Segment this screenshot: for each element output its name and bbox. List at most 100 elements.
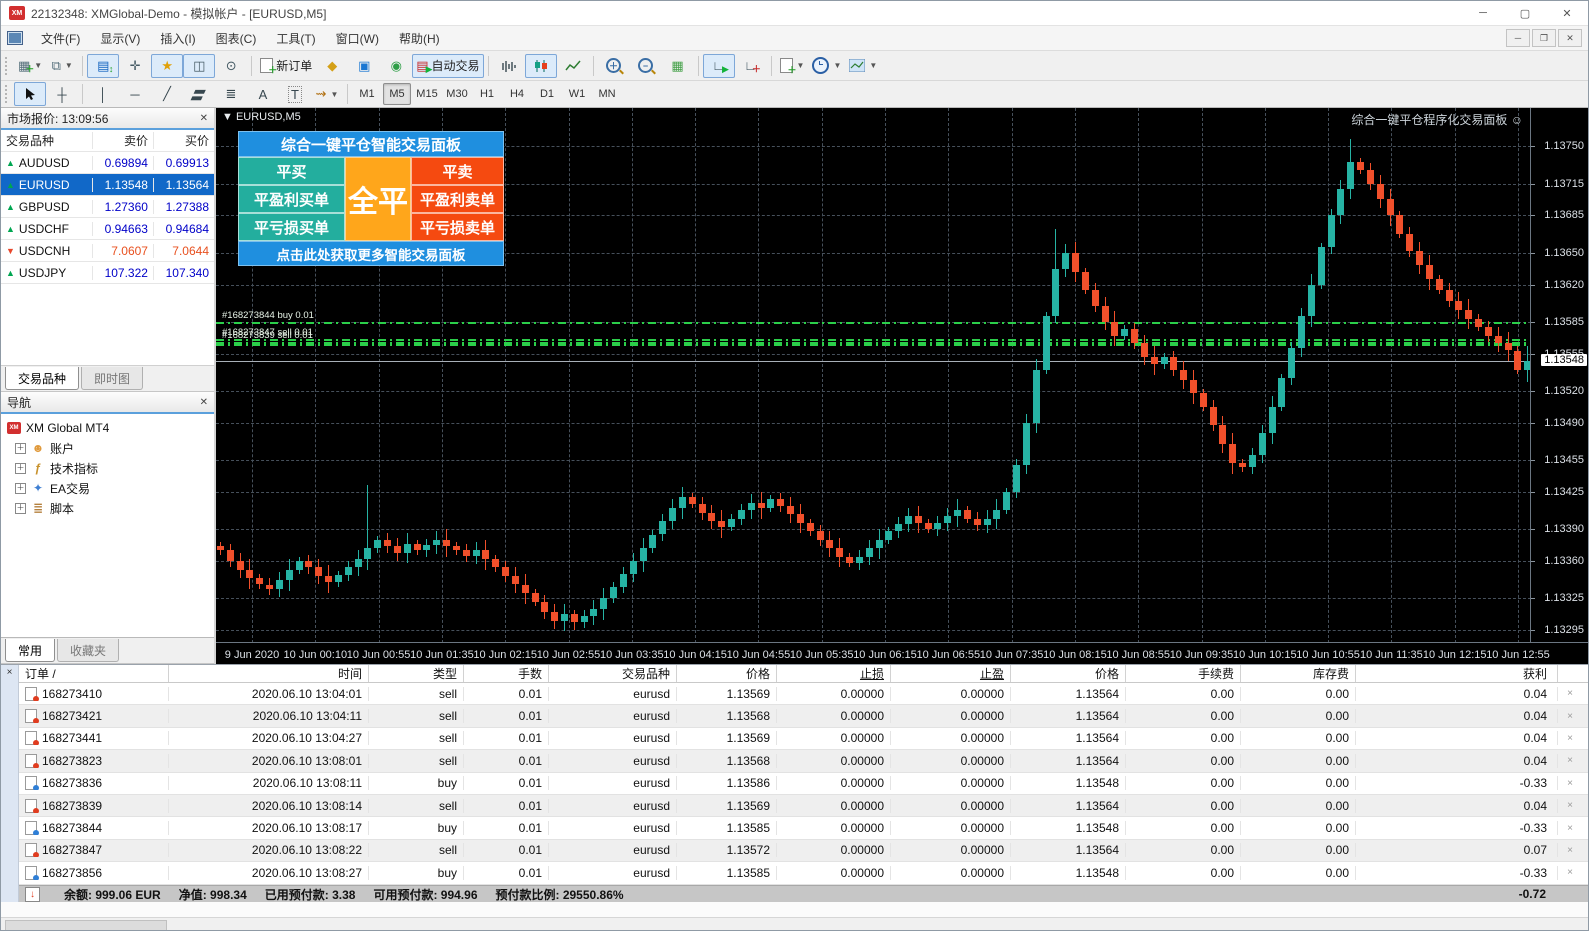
expand-icon[interactable]: ＋ — [15, 503, 26, 514]
horizontal-scrollbar[interactable] — [1, 918, 1588, 931]
menu-item-0[interactable]: 文件(F) — [31, 27, 90, 50]
auto-scroll-button[interactable]: ∟▶ — [703, 54, 735, 78]
timeframe-mn[interactable]: MN — [593, 83, 621, 105]
plot-area[interactable]: #168273844 buy 0.01#168273847 sell 0.01#… — [216, 108, 1531, 643]
close-profit-sell-button[interactable]: 平盈利卖单 — [411, 185, 504, 213]
column-take-profit[interactable]: 止盈 — [891, 665, 1011, 682]
autotrade-button[interactable]: ▤▶自动交易 — [412, 54, 483, 78]
close-order-icon[interactable]: × — [1558, 867, 1588, 878]
maximize-button[interactable]: ▢ — [1504, 1, 1546, 25]
menu-item-3[interactable]: 图表(C) — [206, 27, 267, 50]
timeframe-h4[interactable]: H4 — [503, 83, 531, 105]
child-close-button[interactable]: ✕ — [1558, 29, 1582, 47]
menu-item-6[interactable]: 帮助(H) — [389, 27, 450, 50]
bar-chart-button[interactable] — [493, 54, 525, 78]
menu-item-5[interactable]: 窗口(W) — [326, 27, 389, 50]
templates-button[interactable]: ▼ — [845, 54, 881, 78]
tree-root[interactable]: XM XM Global MT4 — [1, 418, 214, 438]
tree-item-0[interactable]: ＋☻账户 — [1, 438, 214, 458]
close-order-icon[interactable]: × — [1558, 688, 1588, 699]
column-order[interactable]: 订单 / — [19, 665, 169, 682]
cursor-button[interactable] — [14, 82, 46, 106]
close-order-icon[interactable]: × — [1558, 711, 1588, 722]
timeframe-h1[interactable]: H1 — [473, 83, 501, 105]
column-time[interactable]: 时间 — [169, 665, 369, 682]
close-sell-button[interactable]: 平卖 — [411, 157, 504, 185]
close-loss-sell-button[interactable]: 平亏损卖单 — [411, 213, 504, 241]
market-watch-close-icon[interactable]: ✕ — [200, 113, 208, 124]
tree-item-3[interactable]: ＋≣脚本 — [1, 498, 214, 518]
order-row-168273856[interactable]: 1682738562020.06.10 13:08:27buy0.01eurus… — [19, 862, 1588, 884]
market-row-audusd[interactable]: ▲AUDUSD0.698940.69913 — [1, 152, 214, 174]
terminal-close-icon[interactable]: × — [7, 667, 13, 678]
order-row-168273836[interactable]: 1682738362020.06.10 13:08:11buy0.01eurus… — [19, 773, 1588, 795]
timeframe-d1[interactable]: D1 — [533, 83, 561, 105]
market-row-usdcnh[interactable]: ▼USDCNH7.06077.0644 — [1, 240, 214, 262]
chart-shift-button[interactable]: ∟＋ — [735, 54, 767, 78]
menu-item-4[interactable]: 工具(T) — [266, 27, 325, 50]
close-order-icon[interactable]: × — [1558, 755, 1588, 766]
chart-symbol-label[interactable]: ▼ EURUSD,M5 — [222, 111, 301, 123]
shapes-button[interactable]: ⇝▼ — [311, 82, 343, 106]
column-swap[interactable]: 库存费 — [1241, 665, 1356, 682]
new-order-button[interactable]: ＋新订单 — [256, 54, 316, 78]
price-axis[interactable]: 1.137501.137151.136851.136501.136201.135… — [1530, 108, 1588, 643]
profiles-button[interactable]: ⧉▼ — [46, 54, 78, 78]
close-order-icon[interactable]: × — [1558, 800, 1588, 811]
child-restore-button[interactable]: ❐ — [1532, 29, 1556, 47]
column-symbol[interactable]: 交易品种 — [1, 132, 92, 149]
column-profit[interactable]: 获利 — [1356, 665, 1558, 682]
timeframe-m15[interactable]: M15 — [413, 83, 441, 105]
toolbar-grip[interactable] — [5, 57, 10, 75]
fibonacci-button[interactable]: ≣ — [215, 82, 247, 106]
expand-icon[interactable]: ＋ — [15, 463, 26, 474]
tree-item-2[interactable]: ＋✦EA交易 — [1, 478, 214, 498]
order-row-168273441[interactable]: 1682734412020.06.10 13:04:27sell0.01euru… — [19, 728, 1588, 750]
vertical-line-button[interactable]: │ — [87, 82, 119, 106]
close-order-icon[interactable]: × — [1558, 733, 1588, 744]
column-lots[interactable]: 手数 — [464, 665, 549, 682]
strategy-tester-button[interactable]: ⊙ — [215, 54, 247, 78]
zoom-out-button[interactable]: − — [630, 54, 662, 78]
order-row-168273421[interactable]: 1682734212020.06.10 13:04:11sell0.01euru… — [19, 705, 1588, 727]
order-row-168273410[interactable]: 1682734102020.06.10 13:04:01sell0.01euru… — [19, 683, 1588, 705]
line-chart-button[interactable] — [557, 54, 589, 78]
market-row-eurusd[interactable]: ▲EURUSD1.135481.13564 — [1, 174, 214, 196]
expand-icon[interactable]: ＋ — [15, 483, 26, 494]
new-chart-button[interactable]: ▦＋▼ — [14, 54, 46, 78]
timeframe-w1[interactable]: W1 — [563, 83, 591, 105]
tab-symbols[interactable]: 交易品种 — [5, 367, 79, 390]
timeframe-m30[interactable]: M30 — [443, 83, 471, 105]
market-row-gbpusd[interactable]: ▲GBPUSD1.273601.27388 — [1, 196, 214, 218]
order-row-168273823[interactable]: 1682738232020.06.10 13:08:01sell0.01euru… — [19, 750, 1588, 772]
tile-windows-button[interactable]: ▦ — [662, 54, 694, 78]
column-open-price[interactable]: 价格 — [677, 665, 777, 682]
channel-button[interactable]: 〓 — [183, 82, 215, 106]
tab-favorites[interactable]: 收藏夹 — [57, 639, 119, 662]
expand-icon[interactable]: ＋ — [15, 443, 26, 454]
label-tool-button[interactable]: T — [279, 82, 311, 106]
tab-common[interactable]: 常用 — [5, 639, 55, 662]
periods-button[interactable]: ▼ — [808, 54, 845, 78]
menu-item-1[interactable]: 显示(V) — [90, 27, 150, 50]
column-commission[interactable]: 手续费 — [1126, 665, 1241, 682]
close-button[interactable]: ✕ — [1546, 1, 1588, 25]
crosshair-button[interactable]: ┼ — [46, 82, 78, 106]
text-tool-button[interactable]: A — [247, 82, 279, 106]
order-row-168273839[interactable]: 1682738392020.06.10 13:08:14sell0.01euru… — [19, 795, 1588, 817]
candlestick-chart-button[interactable] — [525, 54, 557, 78]
column-ask[interactable]: 买价 — [153, 132, 214, 149]
minimize-button[interactable]: ─ — [1462, 1, 1504, 25]
column-type[interactable]: 类型 — [369, 665, 464, 682]
navigator-toggle[interactable]: ★ — [151, 54, 183, 78]
ea-panel-footer-link[interactable]: 点击此处获取更多智能交易面板 — [238, 241, 504, 266]
terminal-toggle[interactable]: ◫ — [183, 54, 215, 78]
column-current-price[interactable]: 价格 — [1011, 665, 1126, 682]
order-row-168273844[interactable]: 1682738442020.06.10 13:08:17buy0.01eurus… — [19, 817, 1588, 839]
market-row-usdjpy[interactable]: ▲USDJPY107.322107.340 — [1, 262, 214, 284]
trendline-button[interactable]: ╱ — [151, 82, 183, 106]
market-watch-toggle[interactable]: ▤↕ — [87, 54, 119, 78]
indicators-button[interactable]: ＋▼ — [776, 54, 809, 78]
tree-item-1[interactable]: ＋ƒ技术指标 — [1, 458, 214, 478]
market-row-usdchf[interactable]: ▲USDCHF0.946630.94684 — [1, 218, 214, 240]
